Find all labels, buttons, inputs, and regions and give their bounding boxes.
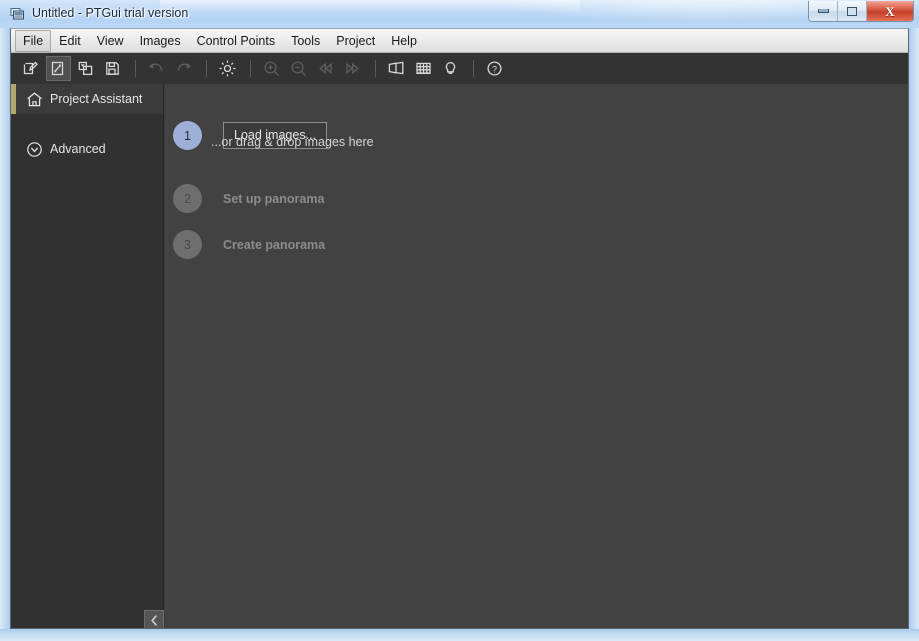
menu-tools[interactable]: Tools	[283, 30, 328, 52]
step-number-badge: 2	[173, 184, 202, 213]
zoom-out-icon[interactable]	[286, 56, 311, 81]
minimize-icon	[817, 9, 829, 13]
maximize-icon	[847, 6, 857, 16]
toolbar: ?	[11, 53, 908, 84]
toolbar-divider	[473, 60, 474, 77]
window-border-left	[0, 28, 10, 629]
undo-icon[interactable]	[144, 56, 169, 81]
chevron-left-icon	[150, 614, 157, 626]
titlebar-highlight	[160, 0, 580, 13]
open-project-icon[interactable]	[46, 56, 71, 81]
close-icon: X	[885, 3, 895, 19]
menu-project[interactable]: Project	[328, 30, 383, 52]
fast-forward-icon[interactable]	[340, 56, 365, 81]
toolbar-divider	[135, 60, 136, 77]
menu-images[interactable]: Images	[132, 30, 189, 52]
minimize-button[interactable]	[809, 1, 838, 21]
window-border-right	[909, 28, 919, 629]
sidebar-item-label: Project Assistant	[50, 92, 143, 106]
rewind-icon[interactable]	[313, 56, 338, 81]
new-project-icon[interactable]	[19, 56, 44, 81]
selection-accent-bar	[11, 134, 16, 164]
menu-view[interactable]: View	[89, 30, 132, 52]
step-number-badge: 1	[173, 121, 202, 150]
sidebar-item-project-assistant[interactable]: Project Assistant	[11, 84, 163, 114]
panorama-stack-icon	[10, 6, 26, 22]
panorama-layers-icon[interactable]	[384, 56, 409, 81]
menu-help[interactable]: Help	[383, 30, 425, 52]
menu-edit[interactable]: Edit	[51, 30, 89, 52]
save-icon[interactable]	[100, 56, 125, 81]
window-border-bottom	[0, 629, 919, 641]
home-icon	[25, 90, 43, 108]
close-button[interactable]: X	[867, 1, 913, 21]
menu-control-points[interactable]: Control Points	[189, 30, 284, 52]
step-set-up-panorama[interactable]: 2 Set up panorama	[173, 184, 324, 213]
menu-file[interactable]: File	[15, 29, 52, 52]
help-circle-icon[interactable]: ?	[482, 56, 507, 81]
drag-drop-hint: ...or drag & drop images here	[211, 135, 374, 149]
lightbulb-icon[interactable]	[438, 56, 463, 81]
grid-icon[interactable]	[411, 56, 436, 81]
redo-icon[interactable]	[171, 56, 196, 81]
application-window: Untitled - PTGui trial version X File Ed…	[0, 0, 919, 641]
maximize-button[interactable]	[838, 1, 867, 21]
zoom-in-icon[interactable]	[259, 56, 284, 81]
chevron-down-circle-icon	[25, 140, 43, 158]
step-number-badge: 3	[173, 230, 202, 259]
toolbar-divider	[206, 60, 207, 77]
step-label: Set up panorama	[223, 191, 325, 206]
sidebar-item-advanced[interactable]: Advanced	[11, 134, 163, 164]
menu-bar: File Edit View Images Control Points Too…	[11, 29, 908, 53]
toolbar-divider	[375, 60, 376, 77]
gear-icon[interactable]	[215, 56, 240, 81]
svg-text:?: ?	[492, 64, 497, 74]
sidebar: Project Assistant Advanced	[11, 84, 164, 628]
collapse-sidebar-button[interactable]	[144, 610, 164, 628]
selection-accent-bar	[11, 84, 16, 114]
window-controls: X	[808, 1, 914, 22]
save-as-copy-icon[interactable]	[73, 56, 98, 81]
client-area: File Edit View Images Control Points Too…	[10, 28, 909, 629]
step-create-panorama[interactable]: 3 Create panorama	[173, 230, 325, 259]
window-title: Untitled - PTGui trial version	[32, 6, 189, 20]
step-label: Create panorama	[223, 237, 326, 252]
toolbar-divider	[250, 60, 251, 77]
project-assistant-panel: 1 Load images... ...or drag & drop image…	[165, 84, 908, 628]
sidebar-item-label: Advanced	[50, 142, 106, 156]
title-bar[interactable]: Untitled - PTGui trial version X	[0, 0, 919, 28]
